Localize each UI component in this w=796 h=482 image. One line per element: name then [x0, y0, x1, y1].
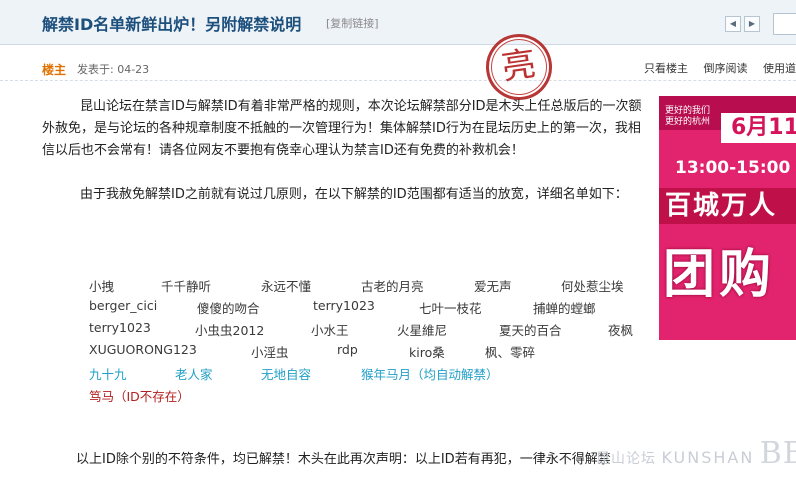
intro-paragraph: 昆山论坛在禁言ID与解禁ID有着非常严格的规则，本次论坛解禁部分ID是木头上任总…	[42, 99, 642, 158]
post-actions: 只看楼主 倒序阅读 使用道	[632, 60, 796, 76]
ad-time: 13:00-15:00	[675, 158, 791, 178]
ad-date: 6月11	[721, 113, 796, 143]
id-item: 爱无声	[474, 279, 512, 294]
thread-header: 解禁ID名单新鲜出炉！另附解禁说明 [复制链接] ◀ ▶	[0, 0, 796, 45]
id-item: 猴年马月（均自动解禁）	[361, 367, 499, 382]
site-watermark: 昆山论坛 KUNSHAN BBS	[596, 436, 796, 471]
watermark-cn: 昆山论坛	[596, 451, 656, 467]
id-item: 何处惹尘埃	[561, 279, 624, 294]
id-item: 枫、零碎	[485, 345, 536, 360]
prev-page-icon[interactable]: ◀	[725, 16, 741, 32]
id-item: 小淫虫	[251, 345, 289, 360]
only-op-link[interactable]: 只看楼主	[644, 62, 688, 75]
closing-paragraph: 以上ID除个别的不符条件，均已解禁！木头在此再次声明：以上ID若有再犯，一律永不…	[76, 452, 611, 467]
next-page-icon[interactable]: ▶	[744, 16, 760, 32]
use-tool-link[interactable]: 使用道	[763, 62, 796, 75]
id-item: 小虫虫2012	[195, 323, 265, 338]
id-item: berger_cici	[89, 298, 158, 313]
id-item: 九十九	[89, 367, 127, 382]
id-item: 小拽	[89, 279, 115, 294]
op-label: 楼主	[42, 63, 67, 77]
id-item: 笃马（ID不存在）	[89, 389, 190, 404]
id-item: kiro桑	[409, 345, 445, 360]
id-item: 捕蝉的螳螂	[533, 301, 596, 316]
id-item: 七叶一枝花	[419, 301, 482, 316]
id-item: terry1023	[313, 298, 375, 313]
ad-slogan: 更好的我们 更好的杭州	[665, 106, 711, 127]
thread-title: 解禁ID名单新鲜出炉！另附解禁说明	[42, 15, 302, 34]
id-item: 傻傻的吻合	[197, 301, 260, 316]
id-item: 小水王	[311, 323, 349, 338]
id-item: 古老的月亮	[361, 279, 424, 294]
post-date: 发表于: 04-23	[77, 63, 150, 76]
rules-paragraph: 由于我赦免解禁ID之前就有说过几原则，在以下解禁的ID范围都有适当的放宽，详细名…	[80, 187, 628, 202]
post-info-bar: 楼主 发表于: 04-23 只看楼主 倒序阅读 使用道	[0, 52, 796, 81]
id-item: 千千静听	[161, 279, 212, 294]
id-item: 火星維尼	[397, 323, 448, 338]
page-jump-input[interactable]	[773, 13, 796, 35]
id-item: 夜枫	[608, 323, 634, 338]
id-item: 无地自容	[261, 367, 312, 382]
id-item: XUGUORONG123	[89, 342, 197, 357]
ad-banner[interactable]: 更好的我们 更好的杭州 6月11 13:00-15:00 百城万人 团购	[659, 96, 796, 340]
copy-link-button[interactable]: [复制链接]	[326, 15, 379, 31]
id-item: 夏天的百合	[499, 323, 562, 338]
ad-big-text: 团购	[663, 245, 776, 305]
reverse-order-link[interactable]: 倒序阅读	[704, 62, 748, 75]
watermark-en: KUNSHAN	[661, 448, 755, 467]
id-item: 老人家	[175, 367, 213, 382]
id-item: rdp	[337, 342, 358, 357]
id-item: 永远不懂	[261, 279, 312, 294]
id-item: terry1023	[89, 320, 151, 335]
watermark-bbs: BBS	[759, 436, 796, 471]
ad-headline: 百城万人	[659, 188, 796, 224]
